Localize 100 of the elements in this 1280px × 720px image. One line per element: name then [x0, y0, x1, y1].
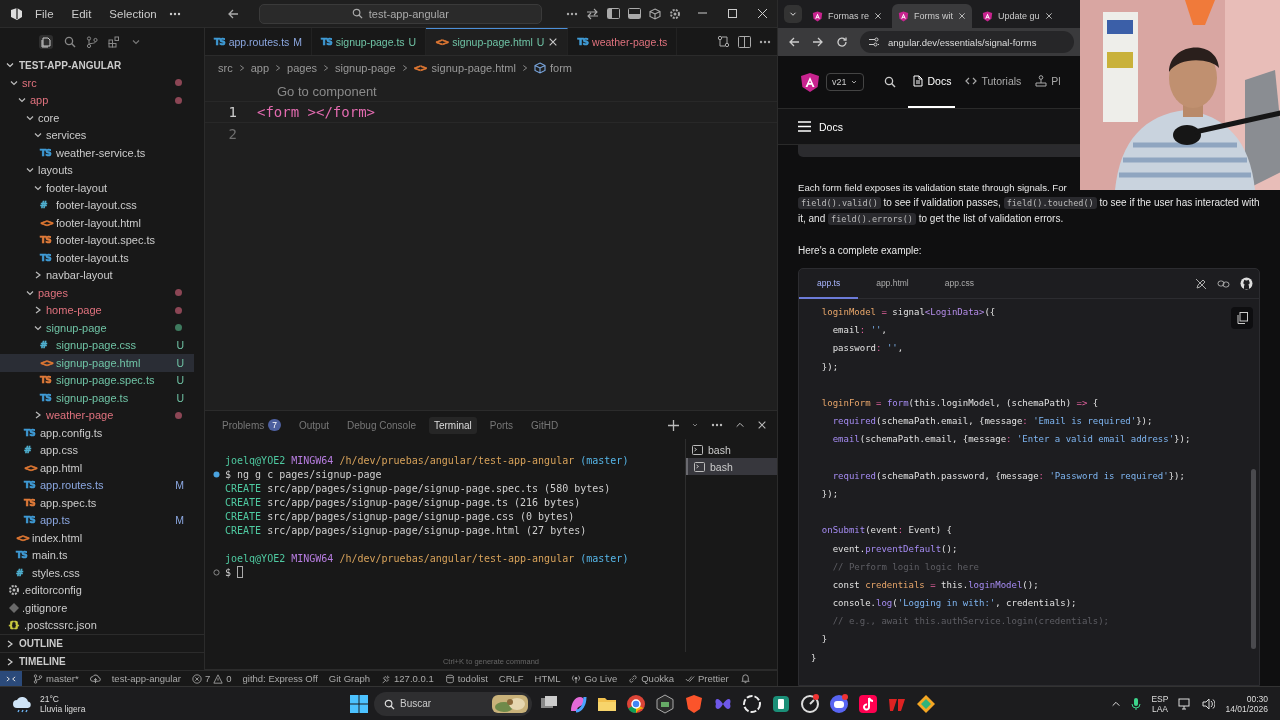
menu-item[interactable]: Selection — [103, 5, 163, 22]
status-item[interactable]: test-app-angular — [111, 673, 181, 684]
tree-item[interactable]: layouts — [0, 161, 194, 179]
editor-tab[interactable]: TS weather-page.ts — [568, 28, 678, 55]
language-indicator[interactable]: ESP LAA — [1151, 693, 1169, 714]
panel-tab[interactable]: Terminal — [428, 416, 477, 434]
tab-search-button[interactable] — [784, 5, 802, 23]
section-header[interactable]: OUTLINE — [0, 634, 204, 652]
breadcrumb-item[interactable]: signup-page — [335, 62, 396, 74]
chevron-down-icon[interactable] — [691, 421, 699, 429]
menu-item[interactable]: Edit — [65, 5, 98, 22]
status-item[interactable]: HTML — [534, 673, 561, 684]
browser-tab[interactable]: Update gu — [976, 4, 1059, 28]
split-editor-icon[interactable] — [738, 35, 751, 48]
angular-logo-icon[interactable] — [800, 71, 820, 93]
code-tab[interactable]: app.css — [926, 268, 993, 299]
gauge-icon[interactable] — [799, 692, 821, 715]
reload-icon[interactable] — [836, 36, 848, 48]
chrome-icon[interactable] — [625, 692, 647, 715]
problems-status[interactable]: 7 0 — [191, 673, 232, 684]
code-tab[interactable]: app.html — [858, 268, 927, 299]
nav-link[interactable]: Pl — [1031, 56, 1065, 108]
close-icon[interactable] — [1044, 12, 1053, 20]
browser-tab[interactable]: Forms wit — [892, 4, 972, 28]
tree-item[interactable]: TS signup-page.ts U — [0, 389, 194, 407]
code-tab[interactable]: app.ts — [799, 268, 859, 299]
tree-item[interactable]: TS signup-page.spec.ts U — [0, 371, 194, 389]
tree-item[interactable]: services — [0, 126, 194, 144]
copy-button[interactable] — [1231, 307, 1253, 329]
terminal-item[interactable]: bash — [686, 441, 777, 458]
tree-item[interactable]: footer-layout — [0, 179, 194, 197]
sidebar-layout-icon[interactable] — [607, 8, 620, 19]
editor-tab[interactable]: TS app.routes.ts M — [205, 28, 313, 55]
tree-item[interactable]: core — [0, 109, 194, 127]
tree-item[interactable]: <> signup-page.html U — [0, 354, 194, 372]
clock[interactable]: 00:30 14/01/2026 — [1225, 693, 1268, 714]
status-item[interactable]: Quokka — [628, 673, 674, 684]
close-icon[interactable] — [874, 12, 882, 20]
tree-item[interactable]: TS app.ts M — [0, 511, 194, 529]
link-icon[interactable] — [1217, 277, 1230, 290]
search-icon[interactable] — [883, 76, 896, 88]
weather-cloud-icon[interactable] — [12, 694, 34, 713]
tree-item[interactable]: TS footer-layout.ts — [0, 249, 194, 267]
breadcrumb-item[interactable]: pages — [287, 62, 317, 74]
scrollbar-thumb[interactable] — [1251, 469, 1256, 649]
swap-arrows-icon[interactable] — [586, 7, 599, 20]
tree-item[interactable]: src — [0, 74, 194, 92]
status-item[interactable]: master* — [33, 673, 79, 684]
panel-tab[interactable]: Problems 7 — [217, 416, 286, 434]
pencil-off-icon[interactable] — [1195, 277, 1207, 290]
tree-item[interactable]: # signup-page.css U — [0, 336, 194, 354]
music-note-icon[interactable] — [857, 692, 879, 715]
breadcrumb-item[interactable]: form — [533, 62, 572, 74]
tree-item[interactable]: TS app.routes.ts M — [0, 476, 194, 494]
diamond-app-icon[interactable] — [915, 692, 937, 715]
tree-item[interactable]: <> app.html — [0, 459, 194, 477]
tree-item[interactable]: signup-page — [0, 319, 194, 337]
panel-tab[interactable]: GitHD — [526, 416, 564, 434]
menu-icon[interactable] — [798, 121, 811, 132]
tree-item[interactable]: TS footer-layout.spec.ts — [0, 231, 194, 249]
breadcrumb-item[interactable]: app — [250, 62, 270, 74]
tree-item[interactable]: navbar-layout — [0, 266, 194, 284]
chevron-up-icon[interactable] — [735, 420, 745, 430]
source-control-icon[interactable] — [86, 36, 98, 48]
tree-item[interactable]: weather-page — [0, 406, 194, 424]
close-icon[interactable] — [756, 8, 768, 19]
cube-icon[interactable] — [649, 7, 661, 20]
bell-icon[interactable] — [739, 673, 751, 684]
network-icon[interactable] — [1178, 697, 1193, 710]
cloud-upload-icon[interactable] — [89, 673, 101, 684]
status-item[interactable]: 127.0.0.1 — [381, 673, 434, 684]
back-arrow-icon[interactable] — [226, 7, 239, 20]
breadcrumb-item[interactable]: src — [218, 62, 233, 74]
nav-link[interactable]: Tutorials — [961, 56, 1026, 108]
search-field[interactable]: test-app-angular — [258, 3, 542, 24]
remote-button[interactable] — [0, 670, 22, 687]
compare-icon[interactable] — [717, 35, 730, 48]
tree-item[interactable]: TS app.spec.ts — [0, 494, 194, 512]
status-item[interactable]: githd: Express Off — [242, 673, 318, 684]
close-icon[interactable] — [757, 420, 767, 430]
status-item[interactable]: Git Graph — [328, 673, 371, 684]
explorer-header[interactable]: TEST-APP-ANGULAR — [0, 56, 204, 74]
status-item[interactable]: todolist — [444, 673, 488, 684]
browser-tab[interactable]: Formas re — [806, 4, 888, 28]
tree-item[interactable]: TS main.ts — [0, 546, 194, 564]
files-icon[interactable] — [38, 34, 54, 50]
codelens-link[interactable]: Go to component — [205, 84, 777, 101]
panel-tab[interactable]: Ports — [484, 416, 519, 434]
tree-item[interactable]: # styles.css — [0, 564, 194, 582]
tree-item[interactable]: TS weather-service.ts — [0, 144, 194, 162]
back-icon[interactable] — [788, 36, 800, 48]
tree-item[interactable]: # app.css — [0, 441, 194, 459]
plus-icon[interactable] — [668, 419, 679, 431]
extensions-icon[interactable] — [108, 36, 120, 48]
github-icon[interactable] — [1240, 277, 1253, 290]
terminal-item[interactable]: bash — [686, 458, 777, 475]
status-item[interactable]: Prettier — [684, 673, 729, 684]
controller-icon[interactable] — [828, 692, 850, 715]
panel-tab[interactable]: Debug Console — [342, 416, 421, 434]
tree-item[interactable]: TS app.config.ts — [0, 424, 194, 442]
